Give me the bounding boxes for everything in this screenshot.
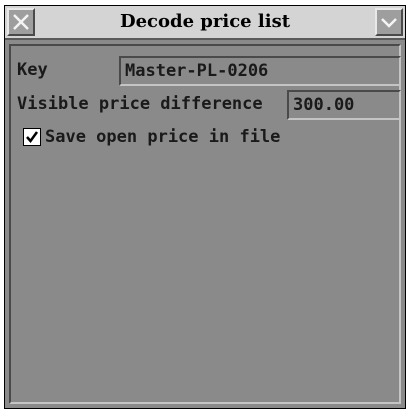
window-menu-button[interactable]: [375, 8, 403, 36]
form-panel: Key Master-PL-0206 Visible price differe…: [9, 44, 401, 404]
visible-price-difference-label: Visible price difference: [17, 94, 263, 114]
save-open-price-checkbox[interactable]: [23, 128, 41, 146]
title-bar[interactable]: Decode price list: [5, 6, 405, 40]
decode-price-list-window: Decode price list Key Master-PL-0206 Vis…: [4, 5, 406, 409]
key-label: Key: [17, 60, 48, 80]
window-title: Decode price list: [119, 11, 291, 32]
key-field[interactable]: Master-PL-0206: [119, 56, 401, 86]
close-x-icon: [13, 14, 29, 30]
close-button[interactable]: [7, 8, 35, 36]
checkmark-icon: [26, 131, 39, 144]
save-open-price-label[interactable]: Save open price in file: [45, 125, 280, 149]
chevron-down-icon: [381, 18, 397, 28]
visible-price-difference-field[interactable]: 300.00: [287, 90, 401, 120]
